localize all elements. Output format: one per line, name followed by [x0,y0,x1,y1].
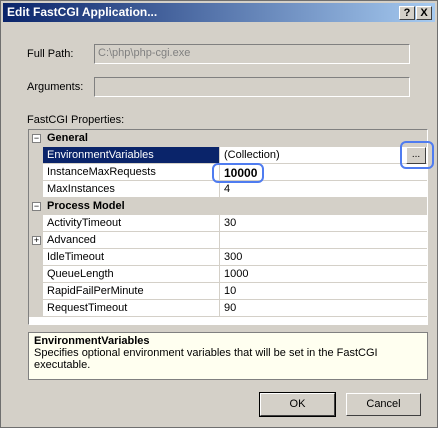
full-path-label: Full Path: [27,48,74,60]
property-name: MaxInstances [43,181,220,198]
ok-button[interactable]: OK [259,392,336,417]
property-name: InstanceMaxRequests [43,164,220,181]
property-value[interactable] [220,232,427,249]
property-row-advanced[interactable]: + Advanced [29,232,427,249]
row-gutter [29,283,43,300]
property-row-idle-timeout[interactable]: IdleTimeout 300 [29,249,427,266]
property-value[interactable]: 30 [220,215,427,232]
property-value[interactable]: 4 [220,181,427,198]
collapse-icon[interactable]: − [32,134,41,143]
arguments-label: Arguments: [27,81,84,93]
property-value[interactable]: 300 [220,249,427,266]
help-button[interactable]: ? [399,6,415,20]
row-gutter [29,164,43,181]
property-name: ActivityTimeout [43,215,220,232]
title-bar[interactable]: Edit FastCGI Application... ? X [3,3,435,22]
row-gutter [29,249,43,266]
row-gutter [29,300,43,317]
description-text: Specifies optional environment variables… [34,347,378,371]
properties-label: FastCGI Properties: [27,114,125,126]
row-gutter [29,181,43,198]
collapse-icon[interactable]: − [32,202,41,211]
property-name: RequestTimeout [43,300,220,317]
dialog-title: Edit FastCGI Application... [7,5,158,19]
property-name: RapidFailPerMinute [43,283,220,300]
full-path-field[interactable]: C:\php\php-cgi.exe [94,44,410,64]
close-button[interactable]: X [416,6,432,20]
row-gutter [29,266,43,283]
dialog-window: Edit FastCGI Application... ? X Full Pat… [0,0,438,428]
property-row-environment-variables[interactable]: EnvironmentVariables (Collection) [29,147,427,164]
property-name: Advanced [43,232,220,249]
row-gutter [29,147,43,164]
property-row-activity-timeout[interactable]: ActivityTimeout 30 [29,215,427,232]
property-row-request-timeout[interactable]: RequestTimeout 90 [29,300,427,317]
property-row-rapid-fail-per-minute[interactable]: RapidFailPerMinute 10 [29,283,427,300]
category-label: Process Model [47,200,125,212]
property-row-queue-length[interactable]: QueueLength 1000 [29,266,427,283]
arguments-field[interactable] [94,77,410,97]
property-name: QueueLength [43,266,220,283]
category-process-model[interactable]: − Process Model [29,198,427,215]
property-name: EnvironmentVariables [43,147,220,164]
cancel-button[interactable]: Cancel [346,393,421,416]
row-gutter [29,215,43,232]
category-general[interactable]: − General [29,130,427,147]
expand-icon[interactable]: + [32,236,41,245]
description-panel: EnvironmentVariables Specifies optional … [28,332,428,380]
highlight-instance-max-requests [212,163,264,183]
property-grid: − General EnvironmentVariables (Collecti… [28,129,428,325]
category-label: General [47,132,88,144]
highlight-ellipsis-button [400,141,434,169]
property-row-max-instances[interactable]: MaxInstances 4 [29,181,427,198]
property-value[interactable]: (Collection) [220,147,427,164]
description-title: EnvironmentVariables [34,335,150,347]
property-name: IdleTimeout [43,249,220,266]
property-value[interactable]: 90 [220,300,427,317]
property-value[interactable]: 10 [220,283,427,300]
property-value[interactable]: 1000 [220,266,427,283]
